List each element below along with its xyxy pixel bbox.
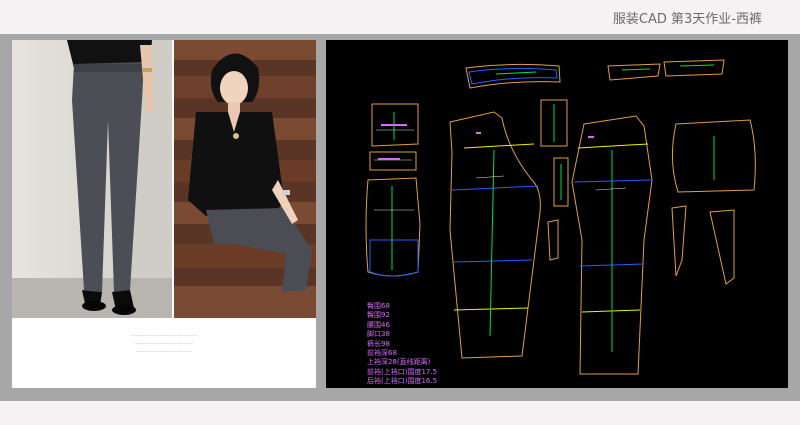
photo-seated-model <box>174 40 316 318</box>
photo-caption: ········································… <box>12 332 316 356</box>
waistband-piece <box>465 63 561 89</box>
belt-loop-1 <box>607 63 661 81</box>
standing-model-illustration <box>12 40 172 318</box>
zip-guard <box>547 219 559 261</box>
pocket-bag <box>365 177 421 277</box>
pocket-flap-2 <box>709 209 735 285</box>
caption-line: ········································… <box>130 333 198 338</box>
pocket-flap-1 <box>671 205 687 277</box>
seated-model-illustration <box>174 40 316 318</box>
caption-line: ········································… <box>135 349 193 354</box>
measurement-item: 裤长98 <box>367 339 390 348</box>
photo-standing-model <box>12 40 172 318</box>
measurement-item: 后裆(上裆口)围度16.5 <box>367 377 438 386</box>
measurement-item: 腰围46 <box>367 320 390 329</box>
page-title: 服装CAD 第3天作业-西裤 <box>612 12 762 27</box>
measurement-item: 脚口38 <box>367 330 390 339</box>
measurement-list: 臀围68 臀围92 腰围46 脚口38 裤长98 前裆深68 上裆深28(直线距… <box>367 302 437 387</box>
fly-piece <box>369 151 417 171</box>
belt-loop-2 <box>663 59 725 77</box>
measurement-item: 前裆(上裆口)围度17.5 <box>367 367 438 376</box>
measurement-item: 臀围68 <box>367 302 390 310</box>
caption-line: ········································… <box>134 341 194 346</box>
measurement-item: 臀围92 <box>367 311 390 320</box>
measurement-item: 上裆深28(直线距离) <box>367 358 431 367</box>
front-trouser-piece <box>449 111 541 359</box>
product-photo-card: ········································… <box>12 40 316 388</box>
